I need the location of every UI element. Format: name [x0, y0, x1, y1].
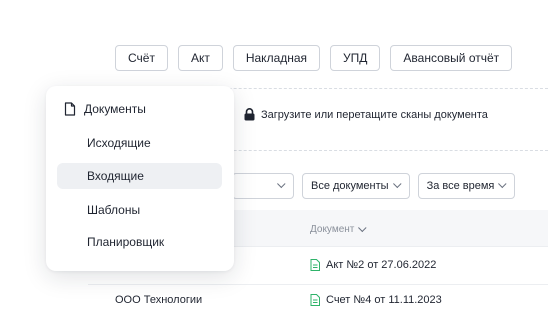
document-link: Счет №4 от 11.11.2023 [326, 294, 442, 306]
lock-icon [244, 108, 255, 121]
chevron-down-icon [498, 179, 507, 189]
menu-item-templates[interactable]: Шаблоны [57, 197, 222, 223]
menu-title-label: Документы [84, 102, 146, 116]
counterparty-filter[interactable] [232, 173, 294, 199]
row-divider [88, 284, 548, 285]
chevron-down-icon [358, 223, 367, 232]
chevron-down-icon [277, 179, 286, 189]
table-row-document[interactable]: Счет №4 от 11.11.2023 [310, 294, 442, 306]
menu-item-incoming[interactable]: Входящие [57, 163, 222, 189]
act-button[interactable]: Акт [177, 45, 223, 71]
document-filter-value: Все документы [311, 180, 389, 192]
filters-bar: Все документы За все время [232, 173, 516, 199]
document-column-header[interactable]: Документ [310, 223, 367, 235]
advance-report-button[interactable]: Авансовый отчёт [390, 45, 513, 71]
table-row-counterparty: ООО Технологии [115, 294, 203, 306]
file-icon [310, 259, 320, 271]
document-filter[interactable]: Все документы [302, 173, 410, 199]
menu-title[interactable]: Документы [64, 102, 146, 116]
period-filter[interactable]: За все время [417, 173, 516, 199]
invoice-button[interactable]: Счёт [115, 45, 168, 71]
waybill-button[interactable]: Накладная [232, 45, 321, 71]
document-type-toolbar: Счёт Акт Накладная УПД Авансовый отчёт [115, 45, 513, 71]
file-icon [310, 294, 320, 306]
document-column-label: Документ [310, 224, 355, 235]
upload-text: Загрузите или перетащите сканы документа [261, 108, 488, 121]
period-filter-value: За все время [426, 180, 495, 192]
document-icon [64, 102, 76, 116]
menu-item-scheduler[interactable]: Планировщик [57, 229, 222, 255]
upd-button[interactable]: УПД [330, 45, 381, 71]
documents-menu: Документы Исходящие Входящие Шаблоны Пла… [46, 86, 234, 271]
chevron-down-icon [392, 179, 402, 189]
upload-dropzone[interactable]: Загрузите или перетащите сканы документа [244, 108, 488, 121]
table-row-document[interactable]: Акт №2 от 27.06.2022 [310, 259, 436, 271]
menu-item-outgoing[interactable]: Исходящие [57, 130, 222, 156]
document-link: Акт №2 от 27.06.2022 [326, 259, 437, 271]
